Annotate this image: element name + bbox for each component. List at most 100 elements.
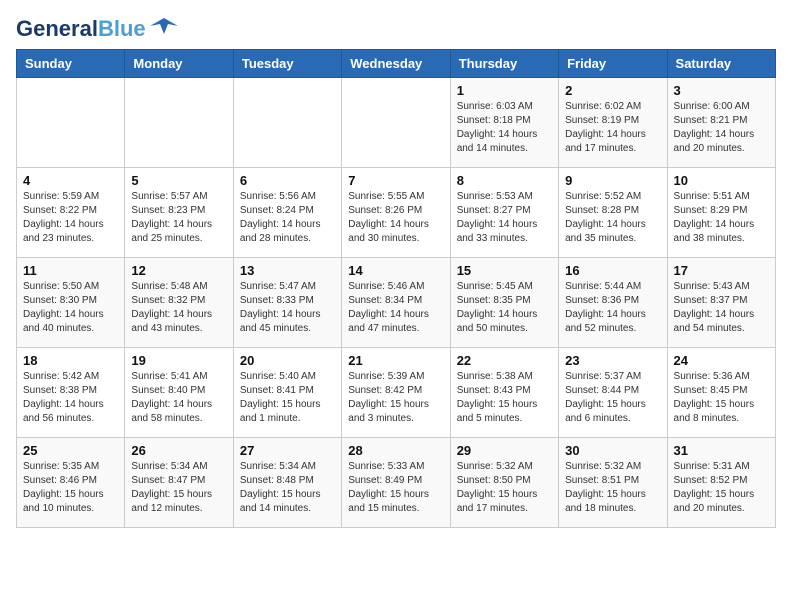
day-number: 18 bbox=[23, 353, 118, 368]
calendar-day-27: 27 Sunrise: 5:34 AM Sunset: 8:48 PM Dayli… bbox=[233, 438, 341, 528]
day-number: 28 bbox=[348, 443, 443, 458]
day-info: Sunrise: 5:50 AM Sunset: 8:30 PM Dayligh… bbox=[23, 280, 118, 336]
day-info: Sunrise: 5:41 AM Sunset: 8:40 PM Dayligh… bbox=[131, 370, 226, 426]
day-info: Sunrise: 5:53 AM Sunset: 8:27 PM Dayligh… bbox=[457, 190, 552, 246]
day-info: Sunrise: 6:03 AM Sunset: 8:18 PM Dayligh… bbox=[457, 100, 552, 156]
day-number: 5 bbox=[131, 173, 226, 188]
calendar-empty-cell bbox=[125, 78, 233, 168]
day-number: 10 bbox=[674, 173, 769, 188]
day-info: Sunrise: 5:33 AM Sunset: 8:49 PM Dayligh… bbox=[348, 460, 443, 516]
calendar-empty-cell bbox=[233, 78, 341, 168]
day-info: Sunrise: 5:57 AM Sunset: 8:23 PM Dayligh… bbox=[131, 190, 226, 246]
logo: GeneralBlue bbox=[16, 16, 178, 41]
calendar-empty-cell bbox=[17, 78, 125, 168]
day-number: 12 bbox=[131, 263, 226, 278]
day-info: Sunrise: 6:00 AM Sunset: 8:21 PM Dayligh… bbox=[674, 100, 769, 156]
day-info: Sunrise: 5:45 AM Sunset: 8:35 PM Dayligh… bbox=[457, 280, 552, 336]
calendar-day-9: 9Sunrise: 5:52 AM Sunset: 8:28 PM Daylig… bbox=[559, 168, 667, 258]
day-number: 9 bbox=[565, 173, 660, 188]
day-number: 17 bbox=[674, 263, 769, 278]
calendar-day-26: 26 Sunrise: 5:34 AM Sunset: 8:47 PM Dayli… bbox=[125, 438, 233, 528]
calendar-week-row: 1Sunrise: 6:03 AM Sunset: 8:18 PM Daylig… bbox=[17, 78, 776, 168]
weekday-header-thursday: Thursday bbox=[450, 50, 558, 78]
page-header: GeneralBlue bbox=[16, 16, 776, 41]
weekday-header-saturday: Saturday bbox=[667, 50, 775, 78]
day-number: 23 bbox=[565, 353, 660, 368]
calendar-day-14: 14 Sunrise: 5:46 AM Sunset: 8:34 PM Dayli… bbox=[342, 258, 450, 348]
day-number: 27 bbox=[240, 443, 335, 458]
day-info: Sunrise: 5:32 AM Sunset: 8:50 PM Dayligh… bbox=[457, 460, 552, 516]
day-number: 4 bbox=[23, 173, 118, 188]
day-info: Sunrise: 5:31 AM Sunset: 8:52 PM Dayligh… bbox=[674, 460, 769, 516]
day-info: Sunrise: 5:43 AM Sunset: 8:37 PM Dayligh… bbox=[674, 280, 769, 336]
day-info: Sunrise: 5:42 AM Sunset: 8:38 PM Dayligh… bbox=[23, 370, 118, 426]
day-info: Sunrise: 5:56 AM Sunset: 8:24 PM Dayligh… bbox=[240, 190, 335, 246]
day-number: 25 bbox=[23, 443, 118, 458]
day-number: 16 bbox=[565, 263, 660, 278]
calendar-day-13: 13Sunrise: 5:47 AM Sunset: 8:33 PM Dayli… bbox=[233, 258, 341, 348]
calendar-day-6: 6 Sunrise: 5:56 AM Sunset: 8:24 PM Daylig… bbox=[233, 168, 341, 258]
calendar-day-4: 4 Sunrise: 5:59 AM Sunset: 8:22 PM Daylig… bbox=[17, 168, 125, 258]
calendar-day-22: 22 Sunrise: 5:38 AM Sunset: 8:43 PM Dayli… bbox=[450, 348, 558, 438]
calendar-day-10: 10 Sunrise: 5:51 AM Sunset: 8:29 PM Dayli… bbox=[667, 168, 775, 258]
day-number: 7 bbox=[348, 173, 443, 188]
calendar-day-23: 23 Sunrise: 5:37 AM Sunset: 8:44 PM Dayli… bbox=[559, 348, 667, 438]
day-info: Sunrise: 5:37 AM Sunset: 8:44 PM Dayligh… bbox=[565, 370, 660, 426]
day-info: Sunrise: 5:51 AM Sunset: 8:29 PM Dayligh… bbox=[674, 190, 769, 246]
day-info: Sunrise: 5:39 AM Sunset: 8:42 PM Dayligh… bbox=[348, 370, 443, 426]
day-number: 19 bbox=[131, 353, 226, 368]
day-info: Sunrise: 5:40 AM Sunset: 8:41 PM Dayligh… bbox=[240, 370, 335, 426]
day-number: 20 bbox=[240, 353, 335, 368]
calendar-day-3: 3Sunrise: 6:00 AM Sunset: 8:21 PM Daylig… bbox=[667, 78, 775, 168]
day-info: Sunrise: 5:35 AM Sunset: 8:46 PM Dayligh… bbox=[23, 460, 118, 516]
day-number: 2 bbox=[565, 83, 660, 98]
weekday-header-row: SundayMondayTuesdayWednesdayThursdayFrid… bbox=[17, 50, 776, 78]
logo-text: GeneralBlue bbox=[16, 18, 146, 40]
calendar-day-21: 21 Sunrise: 5:39 AM Sunset: 8:42 PM Dayli… bbox=[342, 348, 450, 438]
day-number: 15 bbox=[457, 263, 552, 278]
day-info: Sunrise: 5:32 AM Sunset: 8:51 PM Dayligh… bbox=[565, 460, 660, 516]
weekday-header-monday: Monday bbox=[125, 50, 233, 78]
calendar-day-1: 1Sunrise: 6:03 AM Sunset: 8:18 PM Daylig… bbox=[450, 78, 558, 168]
calendar-day-17: 17 Sunrise: 5:43 AM Sunset: 8:37 PM Dayli… bbox=[667, 258, 775, 348]
day-info: Sunrise: 5:46 AM Sunset: 8:34 PM Dayligh… bbox=[348, 280, 443, 336]
calendar-day-18: 18 Sunrise: 5:42 AM Sunset: 8:38 PM Dayli… bbox=[17, 348, 125, 438]
calendar-day-25: 25 Sunrise: 5:35 AM Sunset: 8:46 PM Dayli… bbox=[17, 438, 125, 528]
day-number: 14 bbox=[348, 263, 443, 278]
day-info: Sunrise: 5:44 AM Sunset: 8:36 PM Dayligh… bbox=[565, 280, 660, 336]
calendar-day-28: 28 Sunrise: 5:33 AM Sunset: 8:49 PM Dayli… bbox=[342, 438, 450, 528]
calendar-day-30: 30Sunrise: 5:32 AM Sunset: 8:51 PM Dayli… bbox=[559, 438, 667, 528]
logo-bird-icon bbox=[150, 16, 178, 41]
calendar-day-11: 11 Sunrise: 5:50 AM Sunset: 8:30 PM Dayli… bbox=[17, 258, 125, 348]
day-info: Sunrise: 5:59 AM Sunset: 8:22 PM Dayligh… bbox=[23, 190, 118, 246]
day-info: Sunrise: 5:34 AM Sunset: 8:48 PM Dayligh… bbox=[240, 460, 335, 516]
day-info: Sunrise: 5:48 AM Sunset: 8:32 PM Dayligh… bbox=[131, 280, 226, 336]
day-info: Sunrise: 5:34 AM Sunset: 8:47 PM Dayligh… bbox=[131, 460, 226, 516]
day-info: Sunrise: 5:55 AM Sunset: 8:26 PM Dayligh… bbox=[348, 190, 443, 246]
day-number: 11 bbox=[23, 263, 118, 278]
calendar-day-2: 2 Sunrise: 6:02 AM Sunset: 8:19 PM Daylig… bbox=[559, 78, 667, 168]
day-number: 24 bbox=[674, 353, 769, 368]
calendar-day-24: 24Sunrise: 5:36 AM Sunset: 8:45 PM Dayli… bbox=[667, 348, 775, 438]
day-number: 22 bbox=[457, 353, 552, 368]
calendar-week-row: 25 Sunrise: 5:35 AM Sunset: 8:46 PM Dayli… bbox=[17, 438, 776, 528]
day-number: 21 bbox=[348, 353, 443, 368]
day-info: Sunrise: 5:38 AM Sunset: 8:43 PM Dayligh… bbox=[457, 370, 552, 426]
day-number: 26 bbox=[131, 443, 226, 458]
calendar-day-5: 5 Sunrise: 5:57 AM Sunset: 8:23 PM Daylig… bbox=[125, 168, 233, 258]
weekday-header-wednesday: Wednesday bbox=[342, 50, 450, 78]
day-number: 31 bbox=[674, 443, 769, 458]
calendar-day-19: 19 Sunrise: 5:41 AM Sunset: 8:40 PM Dayli… bbox=[125, 348, 233, 438]
calendar-day-15: 15 Sunrise: 5:45 AM Sunset: 8:35 PM Dayli… bbox=[450, 258, 558, 348]
weekday-header-friday: Friday bbox=[559, 50, 667, 78]
weekday-header-tuesday: Tuesday bbox=[233, 50, 341, 78]
calendar-day-29: 29Sunrise: 5:32 AM Sunset: 8:50 PM Dayli… bbox=[450, 438, 558, 528]
calendar-day-7: 7 Sunrise: 5:55 AM Sunset: 8:26 PM Daylig… bbox=[342, 168, 450, 258]
calendar-week-row: 18 Sunrise: 5:42 AM Sunset: 8:38 PM Dayli… bbox=[17, 348, 776, 438]
day-info: Sunrise: 6:02 AM Sunset: 8:19 PM Dayligh… bbox=[565, 100, 660, 156]
calendar-day-16: 16 Sunrise: 5:44 AM Sunset: 8:36 PM Dayli… bbox=[559, 258, 667, 348]
day-info: Sunrise: 5:47 AM Sunset: 8:33 PM Dayligh… bbox=[240, 280, 335, 336]
day-number: 6 bbox=[240, 173, 335, 188]
calendar-day-12: 12 Sunrise: 5:48 AM Sunset: 8:32 PM Dayli… bbox=[125, 258, 233, 348]
calendar-day-8: 8Sunrise: 5:53 AM Sunset: 8:27 PM Daylig… bbox=[450, 168, 558, 258]
